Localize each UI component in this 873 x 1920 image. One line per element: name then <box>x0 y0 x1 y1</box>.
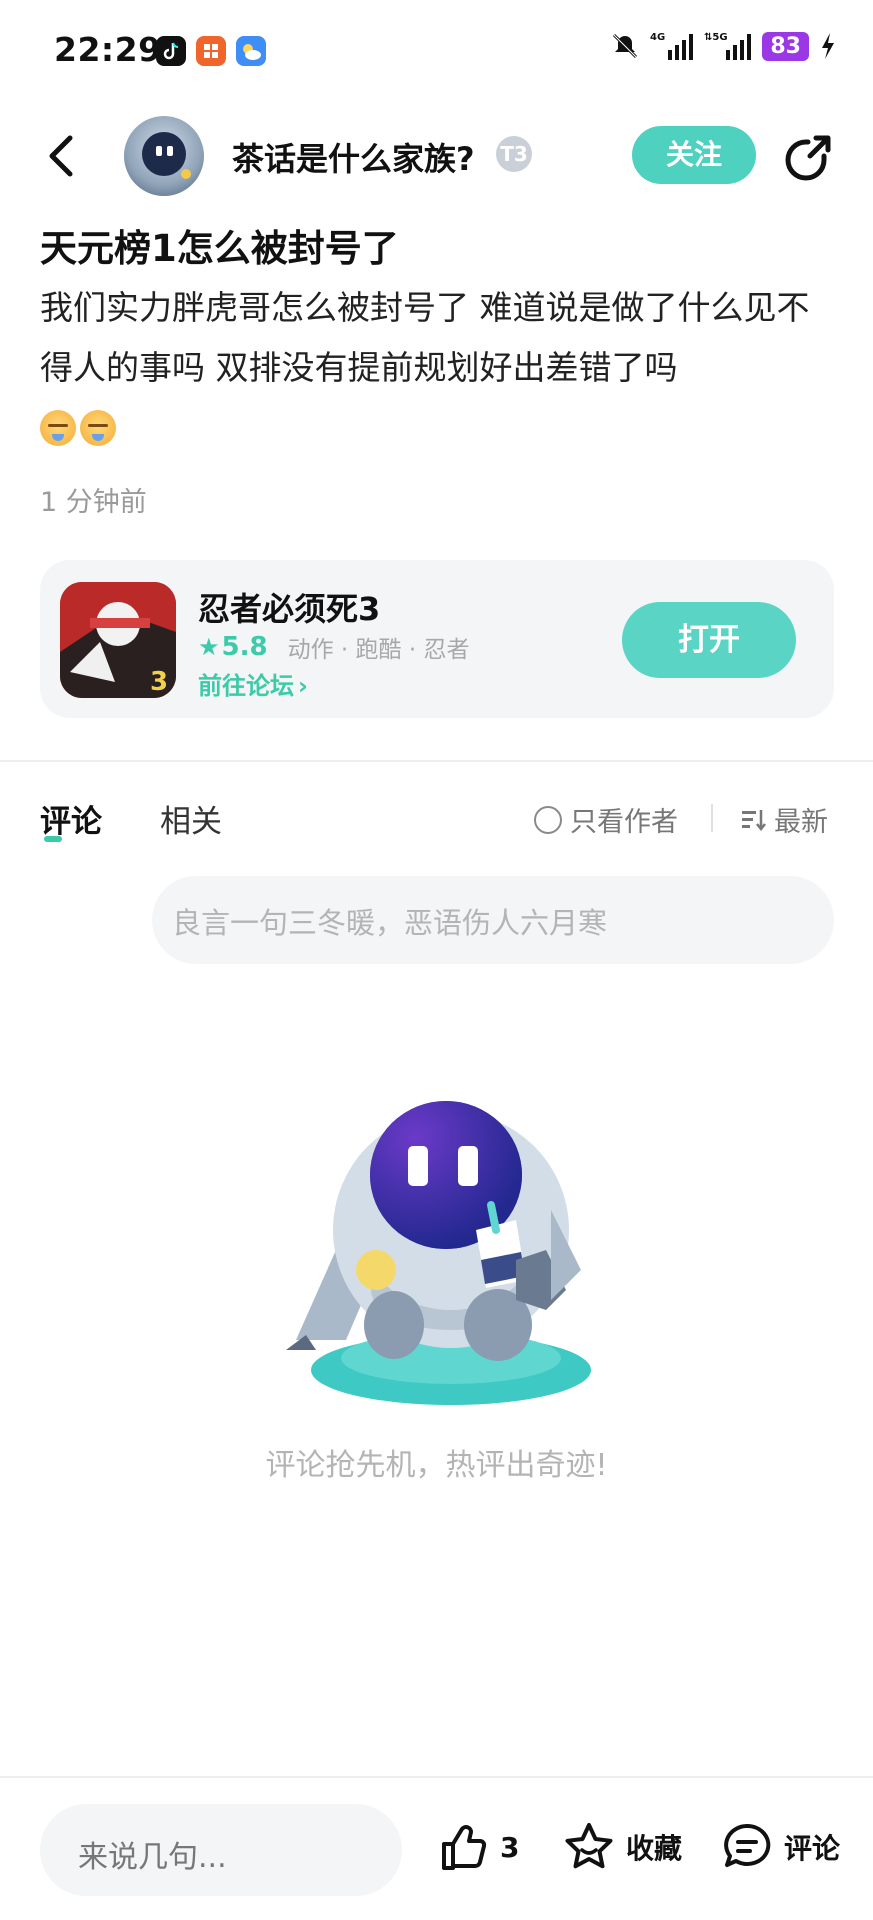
tiktok-icon <box>156 36 186 66</box>
comment-input-placeholder: 良言一句三冬暖，恶语伤人六月寒 <box>172 906 608 940</box>
svg-text:4G: 4G <box>650 32 665 43</box>
tab-related[interactable]: 相关 <box>160 796 222 841</box>
bottom-comment-input[interactable]: 来说几句... <box>40 1804 402 1896</box>
author-only-toggle[interactable]: 只看作者 <box>534 800 678 839</box>
game-forum-label: 前往论坛 <box>198 672 294 700</box>
favorite-label: 收藏 <box>626 1832 683 1865</box>
sort-button[interactable]: 最新 <box>740 800 828 839</box>
post-header: 茶话是什么家族? T3 关注 <box>0 108 873 204</box>
game-rating: 5.8 <box>221 632 268 662</box>
sort-icon <box>742 809 766 831</box>
post-title: 天元榜1怎么被封号了 <box>40 227 399 270</box>
svg-text:3: 3 <box>150 667 168 697</box>
author-only-label: 只看作者 <box>570 807 678 838</box>
bottom-divider <box>0 1776 873 1778</box>
comment-input[interactable]: 良言一句三冬暖，恶语伤人六月寒 <box>152 876 834 964</box>
svg-text:⇅5G: ⇅5G <box>704 32 728 43</box>
post-body: 我们实力胖虎哥怎么被封号了 难道说是做了什么见不得人的事吗 双排没有提前规划好出… <box>40 288 810 387</box>
game-icon: 3 <box>60 582 176 698</box>
status-bar: 22:29 4G ⇅5G 83 <box>0 0 873 104</box>
mute-icon <box>613 33 638 59</box>
like-count: 3 <box>500 1830 520 1864</box>
battery-level: 83 <box>762 31 809 61</box>
empty-comments-text: 评论抢先机，热评出奇迹! <box>265 1448 608 1483</box>
status-time: 22:29 <box>54 30 162 69</box>
like-button[interactable]: 3 <box>436 1820 519 1874</box>
author-name[interactable]: 茶话是什么家族? <box>232 134 475 180</box>
comment-button[interactable]: 评论 <box>720 1820 840 1874</box>
emoji-row <box>40 410 116 446</box>
post-time: 1 分钟前 <box>40 487 147 518</box>
drooling-emoji-icon <box>40 410 76 446</box>
signal-5g-icon: ⇅5G <box>704 32 752 60</box>
share-icon <box>785 135 831 181</box>
charging-icon <box>822 33 834 59</box>
mascot-illustration <box>286 1101 591 1405</box>
bottom-input-placeholder: 来说几句... <box>78 1840 227 1875</box>
game-card[interactable]: 3 忍者必须死3 ★ 5.8 动作 · 跑酷 · 忍者 前往论坛 › 打开 <box>40 560 834 718</box>
sort-label: 最新 <box>774 807 828 838</box>
game-rating-row: ★ 5.8 动作 · 跑酷 · 忍者 <box>198 630 469 664</box>
comment-label: 评论 <box>784 1832 841 1865</box>
share-button[interactable] <box>780 130 836 186</box>
separator <box>711 804 713 832</box>
chevron-right-icon: › <box>298 672 308 700</box>
thumbs-up-icon <box>442 1825 487 1870</box>
star-icon: ★ <box>198 633 220 661</box>
drooling-emoji-icon <box>80 410 116 446</box>
tab-comments[interactable]: 评论 <box>40 796 102 841</box>
radio-icon <box>534 805 562 834</box>
comment-bubble-icon <box>724 1823 771 1867</box>
status-indicators: 4G ⇅5G 83 <box>610 30 837 62</box>
open-game-button[interactable]: 打开 <box>622 602 796 678</box>
favorite-button[interactable]: 收藏 <box>562 1820 682 1874</box>
game-forum-link[interactable]: 前往论坛 › <box>198 666 308 701</box>
section-divider <box>0 760 873 762</box>
tab-underline <box>44 836 62 842</box>
back-button[interactable] <box>40 130 88 182</box>
star-outline-icon <box>565 1823 613 1869</box>
weather-icon <box>236 36 266 66</box>
app-icon-orange <box>196 36 226 66</box>
back-icon <box>49 135 73 177</box>
author-avatar[interactable] <box>124 116 204 196</box>
level-badge: T3 <box>496 136 532 172</box>
follow-button[interactable]: 关注 <box>632 126 756 184</box>
game-name: 忍者必须死3 <box>198 590 381 628</box>
signal-4g-icon: 4G <box>650 32 694 60</box>
game-tags: 动作 · 跑酷 · 忍者 <box>287 637 470 663</box>
